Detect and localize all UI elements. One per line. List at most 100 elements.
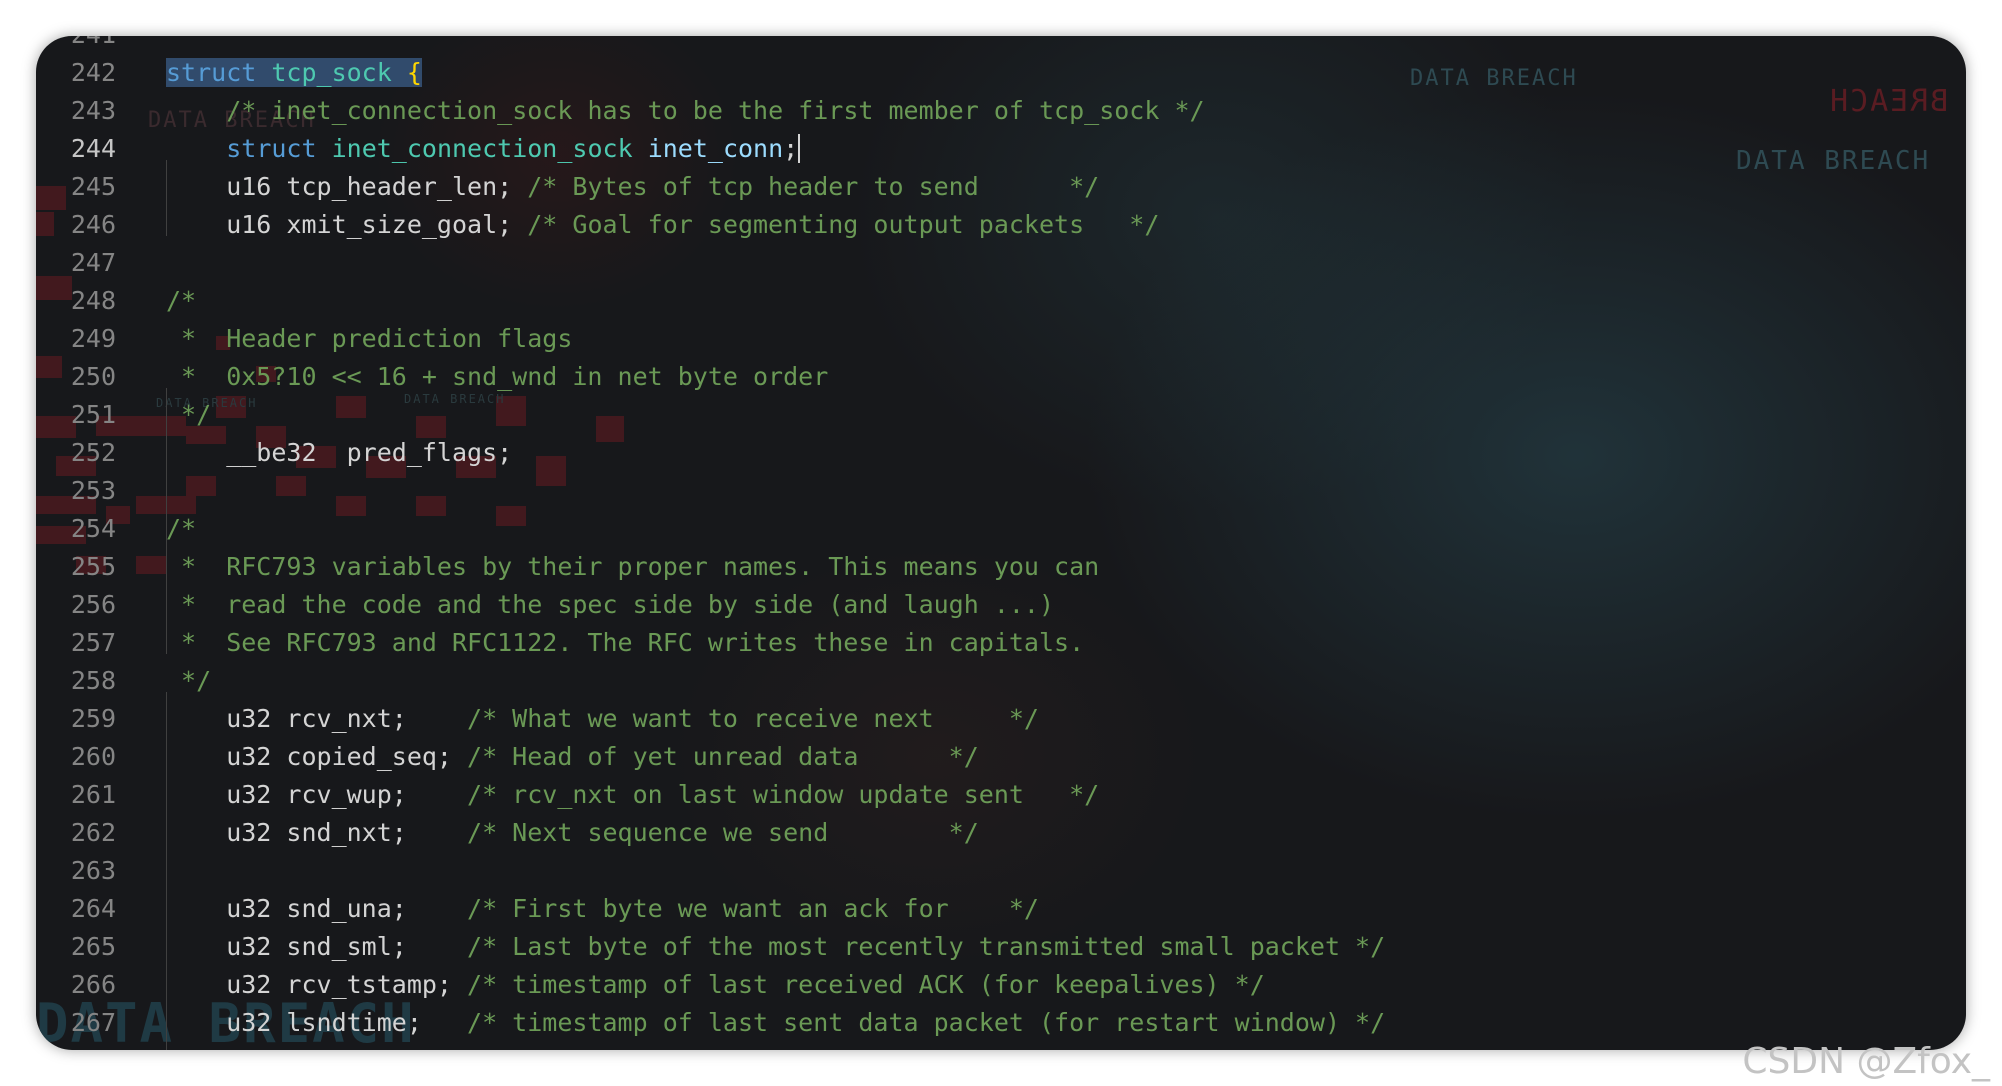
- line-number: 264: [70, 894, 116, 923]
- line-number: 254: [70, 514, 116, 543]
- code-line[interactable]: 241: [36, 36, 1966, 54]
- code-line[interactable]: 263: [36, 852, 1966, 890]
- line-number: 247: [70, 248, 116, 277]
- line-number: 242: [70, 58, 116, 87]
- code-token: u32 rcv_nxt;: [166, 704, 468, 733]
- code-token: u32 snd_sml;: [166, 932, 468, 961]
- code-text[interactable]: * read the code and the spec side by sid…: [166, 586, 1054, 624]
- code-line[interactable]: 258 */: [36, 662, 1966, 700]
- line-number: 244: [70, 134, 116, 163]
- code-text[interactable]: /*: [166, 282, 196, 320]
- code-text[interactable]: * See RFC793 and RFC1122. The RFC writes…: [166, 624, 1084, 662]
- code-text[interactable]: * RFC793 variables by their proper names…: [166, 548, 1099, 586]
- code-token: u32 lsndtime;: [166, 1008, 468, 1037]
- code-line[interactable]: 262 u32 snd_nxt; /* Next sequence we sen…: [36, 814, 1966, 852]
- code-text[interactable]: u32 rcv_wup; /* rcv_nxt on last window u…: [166, 776, 1099, 814]
- code-line[interactable]: 259 u32 rcv_nxt; /* What we want to rece…: [36, 700, 1966, 738]
- line-number: 261: [70, 780, 116, 809]
- code-token: /* Goal for segmenting output packets */: [527, 210, 1160, 239]
- code-token: __be32 pred_flags;: [166, 438, 513, 467]
- code-line[interactable]: 244 struct inet_connection_sock inet_con…: [36, 130, 1966, 168]
- code-token: inet_connection_sock: [331, 134, 633, 163]
- code-token: * read the code and the spec side by sid…: [166, 590, 1055, 619]
- code-text[interactable]: * 0x5?10 << 16 + snd_wnd in net byte ord…: [166, 358, 828, 396]
- code-text[interactable]: u32 snd_sml; /* Last byte of the most re…: [166, 928, 1385, 966]
- code-token: */: [166, 400, 212, 429]
- code-line[interactable]: 254 /*: [36, 510, 1966, 548]
- line-number: 245: [70, 172, 116, 201]
- code-line[interactable]: 252 __be32 pred_flags;: [36, 434, 1966, 472]
- code-text[interactable]: struct inet_connection_sock inet_conn;: [166, 130, 801, 168]
- code-token: u32 snd_una;: [166, 894, 468, 923]
- line-number: 248: [70, 286, 116, 315]
- code-text[interactable]: /* inet_connection_sock has to be the fi…: [166, 92, 1205, 130]
- code-line[interactable]: 250 * 0x5?10 << 16 + snd_wnd in net byte…: [36, 358, 1966, 396]
- code-text[interactable]: u32 lsndtime; /* timestamp of last sent …: [166, 1004, 1385, 1042]
- code-line[interactable]: 249 * Header prediction flags: [36, 320, 1966, 358]
- line-number: 253: [70, 476, 116, 505]
- code-token: /*: [166, 286, 197, 315]
- line-number: 241: [36, 36, 116, 54]
- code-line[interactable]: 256 * read the code and the spec side by…: [36, 586, 1966, 624]
- csdn-watermark: CSDN @Zfox_: [1742, 1041, 1990, 1082]
- code-token: struct: [226, 134, 317, 163]
- code-line[interactable]: 247: [36, 244, 1966, 282]
- line-number: 252: [70, 438, 116, 467]
- code-text[interactable]: u16 tcp_header_len; /* Bytes of tcp head…: [166, 168, 1099, 206]
- code-token: * Header prediction flags: [166, 324, 573, 353]
- code-token: */: [166, 666, 212, 695]
- code-line[interactable]: 243 /* inet_connection_sock has to be th…: [36, 92, 1966, 130]
- code-text[interactable]: __be32 pred_flags;: [166, 434, 512, 472]
- code-line[interactable]: 246 u16 xmit_size_goal; /* Goal for segm…: [36, 206, 1966, 244]
- line-number: 251: [70, 400, 116, 429]
- code-token: [391, 58, 407, 87]
- code-line[interactable]: 257 * See RFC793 and RFC1122. The RFC wr…: [36, 624, 1966, 662]
- code-line[interactable]: 266 u32 rcv_tstamp; /* timestamp of last…: [36, 966, 1966, 1004]
- code-line[interactable]: 268: [36, 1042, 1966, 1050]
- line-number: 267: [70, 1008, 116, 1037]
- code-text[interactable]: u16 xmit_size_goal; /* Goal for segmenti…: [166, 206, 1159, 244]
- code-token: * See RFC793 and RFC1122. The RFC writes…: [166, 628, 1085, 657]
- code-token: [256, 58, 272, 87]
- line-number: 260: [70, 742, 116, 771]
- code-token: u32 rcv_tstamp;: [166, 970, 468, 999]
- code-line[interactable]: 251 */: [36, 396, 1966, 434]
- line-number: 266: [70, 970, 116, 999]
- code-line[interactable]: 245 u16 tcp_header_len; /* Bytes of tcp …: [36, 168, 1966, 206]
- code-text[interactable]: /*: [166, 510, 196, 548]
- code-editor[interactable]: 241 242 struct tcp_sock {243 /* inet_conne…: [36, 36, 1966, 1050]
- code-text[interactable]: u32 copied_seq; /* Head of yet unread da…: [166, 738, 979, 776]
- line-number: 256: [70, 590, 116, 619]
- code-token: /* Head of yet unread data */: [467, 742, 979, 771]
- line-number: 250: [70, 362, 116, 391]
- code-text[interactable]: */: [166, 396, 211, 434]
- line-number: 262: [70, 818, 116, 847]
- line-number: 258: [70, 666, 116, 695]
- code-line[interactable]: 265 u32 snd_sml; /* Last byte of the mos…: [36, 928, 1966, 966]
- code-text[interactable]: u32 snd_una; /* First byte we want an ac…: [166, 890, 1039, 928]
- code-text[interactable]: u32 rcv_tstamp; /* timestamp of last rec…: [166, 966, 1265, 1004]
- code-token: /* inet_connection_sock has to be the fi…: [226, 96, 1205, 125]
- line-number: 265: [70, 932, 116, 961]
- code-line[interactable]: 242 struct tcp_sock {: [36, 54, 1966, 92]
- code-text[interactable]: u32 snd_nxt; /* Next sequence we send */: [166, 814, 979, 852]
- code-token: /* timestamp of last sent data packet (f…: [467, 1008, 1386, 1037]
- code-line[interactable]: 253: [36, 472, 1966, 510]
- code-text[interactable]: struct tcp_sock {: [166, 54, 422, 92]
- screenshot-frame: DATA BREACH DATA BREACH DATA BREACH BREA…: [36, 36, 1966, 1050]
- code-text[interactable]: * Header prediction flags: [166, 320, 572, 358]
- code-line[interactable]: 255 * RFC793 variables by their proper n…: [36, 548, 1966, 586]
- line-number: 259: [70, 704, 116, 733]
- code-line[interactable]: 248 /*: [36, 282, 1966, 320]
- line-number: 249: [70, 324, 116, 353]
- code-token: u16 tcp_header_len;: [166, 172, 528, 201]
- code-line[interactable]: 260 u32 copied_seq; /* Head of yet unrea…: [36, 738, 1966, 776]
- code-text[interactable]: */: [166, 662, 211, 700]
- code-line[interactable]: 264 u32 snd_una; /* First byte we want a…: [36, 890, 1966, 928]
- code-line[interactable]: 267 u32 lsndtime; /* timestamp of last s…: [36, 1004, 1966, 1042]
- code-text[interactable]: u32 rcv_nxt; /* What we want to receive …: [166, 700, 1039, 738]
- code-line[interactable]: 261 u32 rcv_wup; /* rcv_nxt on last wind…: [36, 776, 1966, 814]
